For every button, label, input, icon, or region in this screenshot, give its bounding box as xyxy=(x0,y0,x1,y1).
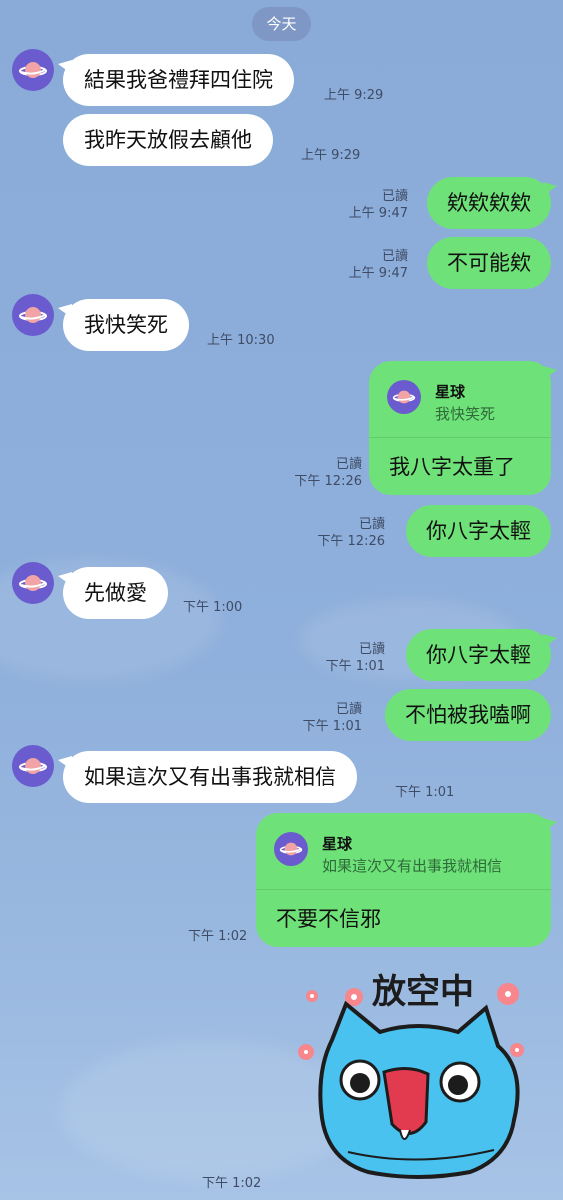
message-time: 下午 1:01 xyxy=(325,659,385,674)
contact-avatar[interactable] xyxy=(12,49,54,91)
bubble-tail xyxy=(543,634,557,648)
planet-icon xyxy=(19,758,47,774)
quoted-sender-name: 星球 xyxy=(322,835,353,853)
contact-avatar[interactable] xyxy=(12,562,54,604)
read-receipt: 已讀 xyxy=(381,249,408,264)
quoted-text: 我快笑死 xyxy=(435,405,496,423)
bubble-tail xyxy=(543,366,557,380)
contact-avatar[interactable] xyxy=(12,294,54,336)
message-time: 上午 9:47 xyxy=(348,266,408,281)
reply-message-bubble[interactable]: 星球 我快笑死 我八字太重了 xyxy=(369,361,551,495)
message-bubble[interactable]: 我昨天放假去顧他 xyxy=(63,114,273,166)
message-bubble[interactable]: 不可能欸 xyxy=(427,237,551,289)
planet-icon xyxy=(19,307,47,323)
planet-icon xyxy=(19,575,47,591)
message-bubble[interactable]: 我快笑死 xyxy=(63,299,189,351)
blue-cat-sticker[interactable]: 放空中 xyxy=(288,962,548,1182)
message-time: 下午 1:01 xyxy=(395,785,455,800)
read-receipt: 已讀 xyxy=(358,517,385,532)
read-receipt: 已讀 xyxy=(335,702,362,717)
planet-icon xyxy=(19,62,47,78)
message-time: 下午 12:26 xyxy=(317,534,385,549)
message-time: 下午 1:00 xyxy=(183,600,243,615)
contact-avatar[interactable] xyxy=(12,745,54,787)
date-separator: 今天 xyxy=(252,7,311,41)
planet-icon xyxy=(392,390,416,404)
quoted-avatar xyxy=(274,832,308,866)
message-bubble[interactable]: 你八字太輕 xyxy=(406,505,551,557)
sticker-caption: 放空中 xyxy=(372,972,474,1012)
quoted-message[interactable]: 星球 如果這次又有出事我就相信 xyxy=(256,813,551,890)
quoted-avatar xyxy=(387,380,421,414)
reply-text: 我八字太重了 xyxy=(389,455,515,479)
planet-icon xyxy=(279,842,303,856)
reply-text: 不要不信邪 xyxy=(276,907,381,931)
message-bubble[interactable]: 不怕被我嗑啊 xyxy=(385,689,551,741)
message-bubble[interactable]: 如果這次又有出事我就相信 xyxy=(63,751,357,803)
message-time: 上午 9:29 xyxy=(301,148,361,163)
quoted-message[interactable]: 星球 我快笑死 xyxy=(369,361,551,438)
message-time: 上午 10:30 xyxy=(207,333,275,348)
read-receipt: 已讀 xyxy=(381,189,408,204)
message-bubble[interactable]: 結果我爸禮拜四住院 xyxy=(63,54,294,106)
bubble-tail xyxy=(543,818,557,832)
message-time: 下午 1:01 xyxy=(302,719,362,734)
message-time: 下午 1:02 xyxy=(188,929,248,944)
message-time: 上午 9:29 xyxy=(324,88,384,103)
message-time: 下午 12:26 xyxy=(294,474,362,489)
read-receipt: 已讀 xyxy=(335,457,362,472)
bubble-tail xyxy=(543,182,557,196)
reply-message-bubble[interactable]: 星球 如果這次又有出事我就相信 不要不信邪 xyxy=(256,813,551,947)
message-bubble[interactable]: 你八字太輕 xyxy=(406,629,551,681)
message-bubble[interactable]: 欸欸欸欸 xyxy=(427,177,551,229)
message-time: 下午 1:02 xyxy=(202,1176,262,1191)
quoted-text: 如果這次又有出事我就相信 xyxy=(322,857,503,875)
read-receipt: 已讀 xyxy=(358,642,385,657)
quoted-sender-name: 星球 xyxy=(435,383,466,401)
message-bubble[interactable]: 先做愛 xyxy=(63,567,168,619)
message-time: 上午 9:47 xyxy=(348,206,408,221)
